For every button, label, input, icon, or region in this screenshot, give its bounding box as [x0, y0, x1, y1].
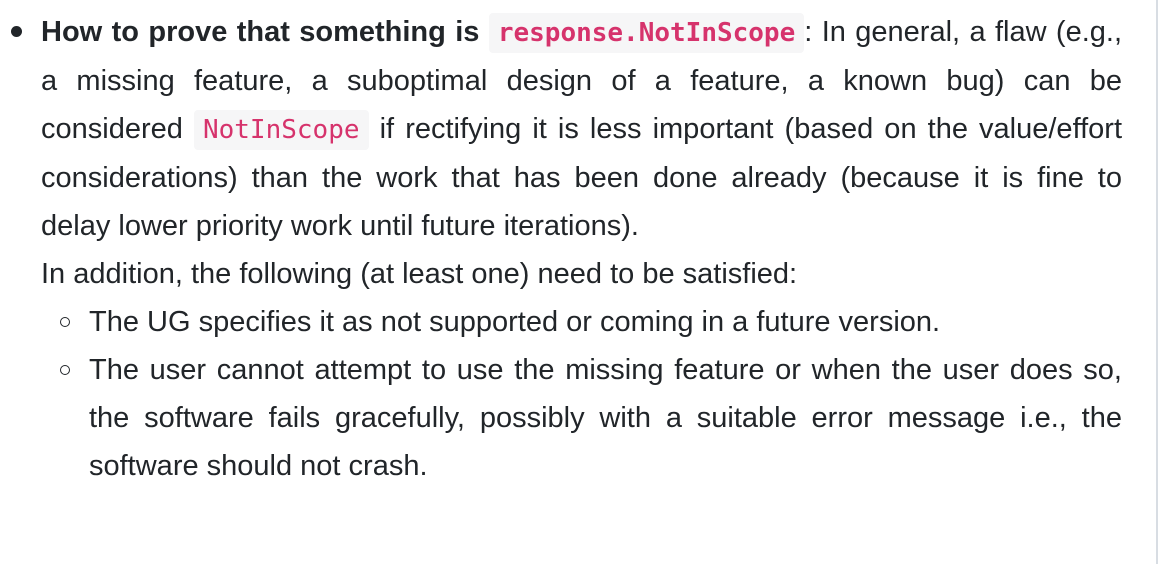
response-code: response.NotInScope	[488, 13, 805, 53]
addition-paragraph: In addition, the following (at least one…	[41, 258, 798, 290]
item-lead-text: How to prove that something is	[41, 16, 480, 48]
bullet-circle-icon	[60, 365, 70, 375]
inline-code: NotInScope	[193, 110, 369, 150]
page-right-border	[1156, 0, 1158, 564]
bullet-disc-icon	[11, 26, 22, 37]
bullet-circle-icon	[60, 317, 70, 327]
sub-list-item: The user cannot attempt to use the missi…	[41, 346, 1122, 490]
sub-list-item: The UG specifies it as not supported or …	[41, 298, 1122, 346]
sub-bullet-list: The UG specifies it as not supported or …	[41, 298, 1122, 490]
sub-item-text: The user cannot attempt to use the missi…	[89, 354, 1122, 482]
bullet-list: How to prove that something is response.…	[0, 8, 1140, 490]
item-separator: :	[804, 16, 813, 48]
document-content: How to prove that something is response.…	[0, 8, 1140, 490]
sub-item-text: The UG specifies it as not supported or …	[89, 306, 941, 338]
list-item: How to prove that something is response.…	[0, 8, 1122, 490]
